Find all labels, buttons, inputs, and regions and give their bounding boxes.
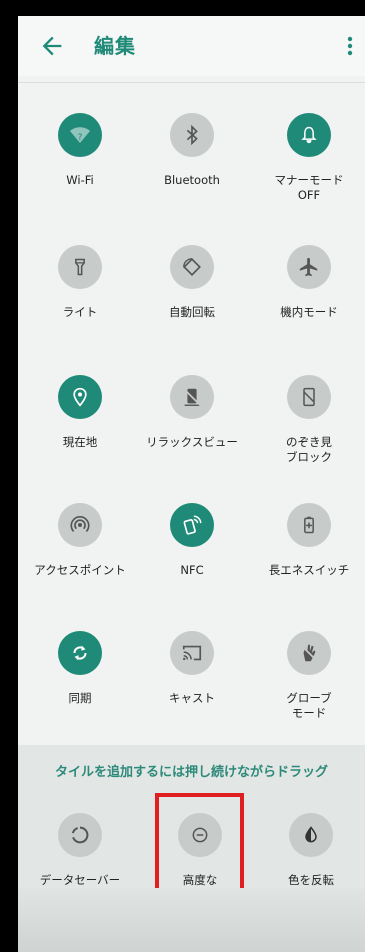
tile-label: のぞき見 ブロック xyxy=(286,435,332,464)
sync-icon xyxy=(58,631,102,675)
invert-colors-icon xyxy=(289,813,333,857)
tile-label: マナーモード OFF xyxy=(274,173,344,202)
battery-saver-icon xyxy=(287,503,331,547)
app-bar: 編集 xyxy=(18,16,365,76)
data-saver-icon xyxy=(58,813,102,857)
tile-light[interactable]: ライト xyxy=(20,245,140,320)
tile-data-saver[interactable]: データセーバー xyxy=(20,813,140,888)
tile-label: 現在地 xyxy=(62,435,98,449)
location-pin-icon xyxy=(58,375,102,419)
page-title: 編集 xyxy=(94,34,136,58)
nfc-icon xyxy=(170,503,214,547)
bluetooth-icon xyxy=(170,113,214,157)
divider xyxy=(18,82,365,83)
hotspot-icon xyxy=(58,503,102,547)
glove-icon xyxy=(287,631,331,675)
tile-label: グローブ モード xyxy=(286,691,332,720)
tile-energy-switch[interactable]: 長エネスイッチ xyxy=(249,503,365,578)
tile-auto-rotate[interactable]: 自動回転 xyxy=(132,245,252,320)
tile-label: ライト xyxy=(62,305,98,319)
tile-label: Wi-Fi xyxy=(66,173,94,187)
more-vert-icon xyxy=(347,36,353,56)
tile-label: キャスト xyxy=(169,691,215,705)
rotate-icon xyxy=(170,245,214,289)
tile-label: リラックスビュー xyxy=(146,435,238,449)
bottom-bar xyxy=(18,888,365,952)
tile-bluetooth[interactable]: Bluetooth xyxy=(132,113,252,188)
tile-invert-colors[interactable]: 色を反転 xyxy=(251,813,365,888)
tile-sync[interactable]: 同期 xyxy=(20,631,140,706)
drag-hint: タイルを追加するには押し続けながらドラッグ xyxy=(54,765,328,780)
tile-peek-block[interactable]: のぞき見 ブロック xyxy=(249,375,365,465)
tile-hotspot[interactable]: アクセスポイント xyxy=(20,503,140,578)
peek-block-icon xyxy=(287,375,331,419)
status-bar xyxy=(18,0,365,16)
tile-label: 機内モード xyxy=(280,305,338,319)
tile-wifi[interactable]: ? Wi-Fi xyxy=(20,113,140,188)
tile-cast[interactable]: キャスト xyxy=(132,631,252,706)
relax-view-icon xyxy=(170,375,214,419)
tile-label: 長エネスイッチ xyxy=(268,563,350,577)
tile-label: データセーバー xyxy=(39,873,121,887)
tile-label: NFC xyxy=(180,563,204,577)
tile-airplane[interactable]: 機内モード xyxy=(249,245,365,320)
airplane-icon xyxy=(287,245,331,289)
tile-label: 同期 xyxy=(68,691,92,705)
tile-label: 自動回転 xyxy=(169,305,215,319)
bell-icon xyxy=(287,113,331,157)
overflow-menu-button[interactable] xyxy=(340,32,360,60)
tile-location[interactable]: 現在地 xyxy=(20,375,140,450)
tile-glove-mode[interactable]: グローブ モード xyxy=(249,631,365,721)
back-button[interactable] xyxy=(38,32,66,60)
tile-label: Bluetooth xyxy=(164,173,220,187)
arrow-left-icon xyxy=(42,36,62,56)
cast-icon xyxy=(170,631,214,675)
tile-relax-view[interactable]: リラックスビュー xyxy=(132,375,252,450)
tile-label: 色を反転 xyxy=(288,873,334,887)
svg-text:?: ? xyxy=(78,133,83,143)
tile-label: アクセスポイント xyxy=(34,563,126,577)
quick-settings-editor: 編集 ? Wi-Fi Bluetooth マナーモード OFF ライト 自動回転… xyxy=(18,0,365,952)
tile-nfc[interactable]: NFC xyxy=(132,503,252,578)
flashlight-icon xyxy=(58,245,102,289)
tile-manner-mode[interactable]: マナーモード OFF xyxy=(249,113,365,203)
wifi-icon: ? xyxy=(58,113,102,157)
